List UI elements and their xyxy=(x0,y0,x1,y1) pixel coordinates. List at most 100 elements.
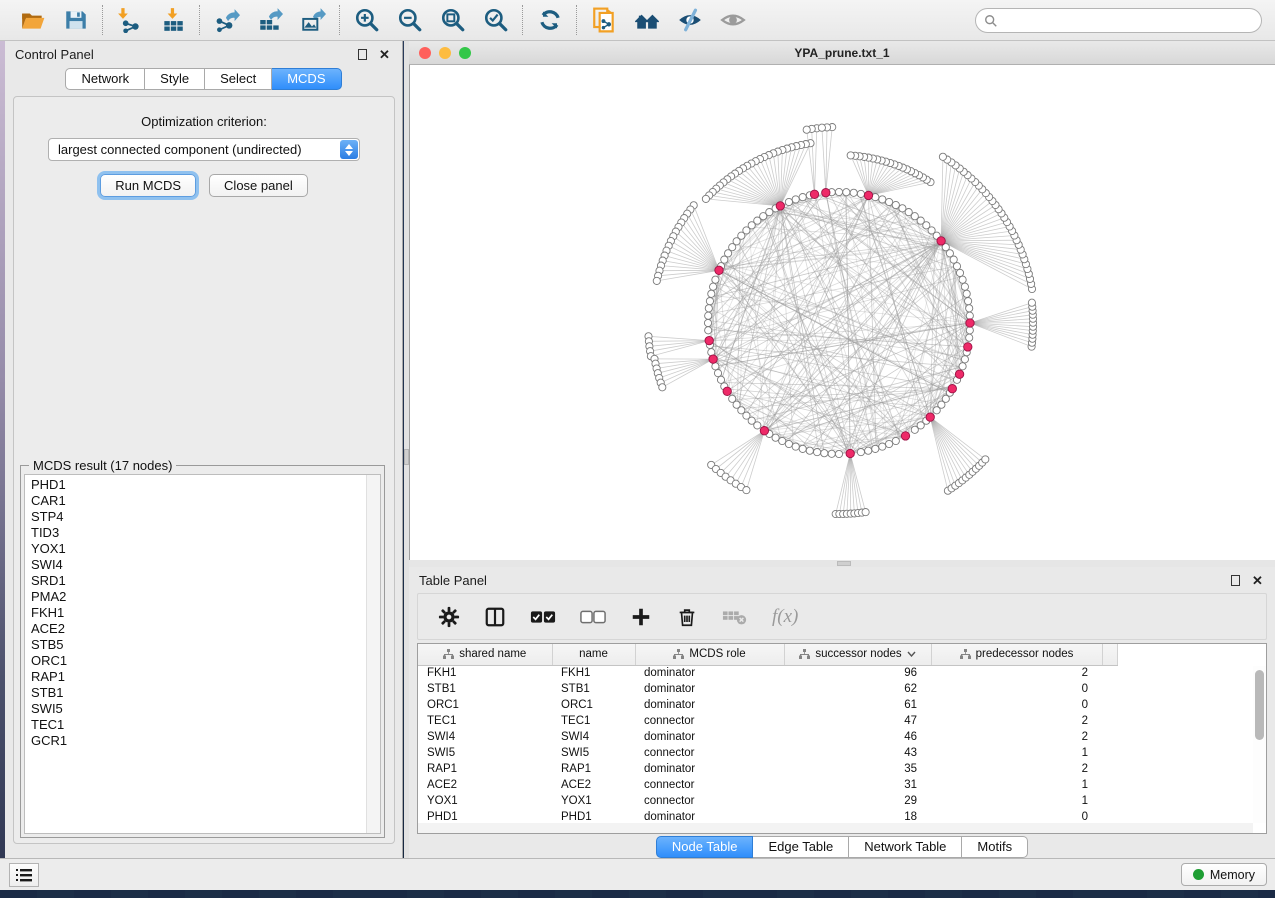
hide-panel-eye-icon[interactable] xyxy=(676,7,703,34)
cell-mcds_role[interactable]: connector xyxy=(635,713,784,729)
cell-name[interactable]: ACE2 xyxy=(552,777,635,793)
mcds-result-item[interactable]: STB1 xyxy=(31,685,380,701)
splitter-grip[interactable] xyxy=(837,561,851,566)
cell-mcds_role[interactable]: connector xyxy=(635,745,784,761)
cell-mcds_role[interactable]: dominator xyxy=(635,761,784,777)
import-network-icon[interactable] xyxy=(116,7,143,34)
cell-name[interactable]: SWI5 xyxy=(552,745,635,761)
task-history-button[interactable] xyxy=(9,863,39,887)
cell-name[interactable]: YOX1 xyxy=(552,793,635,809)
tab-motifs[interactable]: Motifs xyxy=(962,836,1028,858)
horizontal-splitter[interactable] xyxy=(409,560,1275,567)
table-row[interactable]: SWI4SWI4dominator462 xyxy=(418,729,1118,745)
home-icon[interactable] xyxy=(633,7,660,34)
cell-name[interactable]: SWI4 xyxy=(552,729,635,745)
cell-successor_nodes[interactable]: 43 xyxy=(784,745,931,761)
tab-style[interactable]: Style xyxy=(145,68,205,90)
cell-mcds_role[interactable]: connector xyxy=(635,777,784,793)
close-panel-button[interactable]: Close panel xyxy=(209,174,308,197)
tab-edge-table[interactable]: Edge Table xyxy=(753,836,849,858)
optimization-criterion-select[interactable]: largest connected component (undirected) xyxy=(48,138,360,161)
tab-node-table[interactable]: Node Table xyxy=(656,836,754,858)
cell-successor_nodes[interactable]: 96 xyxy=(784,665,931,681)
cell-mcds_role[interactable]: dominator xyxy=(635,729,784,745)
mcds-result-item[interactable]: SWI5 xyxy=(31,701,380,717)
cell-predecessor_nodes[interactable]: 1 xyxy=(931,793,1102,809)
cell-shared_name[interactable]: RAP1 xyxy=(418,761,552,777)
mcds-result-item[interactable]: SRD1 xyxy=(31,573,380,589)
mcds-result-item[interactable]: GCR1 xyxy=(31,733,380,749)
cell-successor_nodes[interactable]: 61 xyxy=(784,697,931,713)
toggle-column-icon[interactable] xyxy=(484,604,506,630)
table-row[interactable]: SWI5SWI5connector431 xyxy=(418,745,1118,761)
zoom-in-icon[interactable] xyxy=(353,7,380,34)
table-row[interactable]: STB1STB1dominator620 xyxy=(418,681,1118,697)
cell-shared_name[interactable]: SWI4 xyxy=(418,729,552,745)
cell-shared_name[interactable]: TEC1 xyxy=(418,713,552,729)
global-search-field[interactable] xyxy=(975,8,1262,33)
table-row[interactable]: TEC1TEC1connector472 xyxy=(418,713,1118,729)
cell-predecessor_nodes[interactable]: 2 xyxy=(931,761,1102,777)
search-input[interactable] xyxy=(998,14,1261,28)
zoom-selected-icon[interactable] xyxy=(482,7,509,34)
cell-successor_nodes[interactable]: 47 xyxy=(784,713,931,729)
cell-predecessor_nodes[interactable]: 2 xyxy=(931,713,1102,729)
mcds-result-item[interactable]: ACE2 xyxy=(31,621,380,637)
close-panel-icon[interactable]: ✕ xyxy=(377,47,392,62)
table-settings-gear-icon[interactable] xyxy=(438,604,460,630)
cell-predecessor_nodes[interactable]: 0 xyxy=(931,681,1102,697)
scrollbar-thumb[interactable] xyxy=(1255,670,1264,740)
result-list-scrollbar[interactable] xyxy=(366,475,380,833)
function-builder-icon[interactable]: f(x) xyxy=(772,604,798,630)
cell-shared_name[interactable]: ORC1 xyxy=(418,697,552,713)
import-table-icon[interactable] xyxy=(159,7,186,34)
table-row[interactable]: RAP1RAP1dominator352 xyxy=(418,761,1118,777)
show-panel-eye-icon[interactable] xyxy=(719,7,746,34)
cell-mcds_role[interactable]: dominator xyxy=(635,697,784,713)
cell-mcds_role[interactable]: dominator xyxy=(635,681,784,697)
tab-network[interactable]: Network xyxy=(65,68,145,90)
cell-name[interactable]: TEC1 xyxy=(552,713,635,729)
cell-successor_nodes[interactable]: 35 xyxy=(784,761,931,777)
mcds-result-item[interactable]: PMA2 xyxy=(31,589,380,605)
run-mcds-button[interactable]: Run MCDS xyxy=(100,174,196,197)
node-table[interactable]: shared namenameMCDS rolesuccessor nodesp… xyxy=(417,643,1267,834)
cell-successor_nodes[interactable]: 29 xyxy=(784,793,931,809)
table-vertical-scrollbar[interactable] xyxy=(1253,666,1266,823)
column-header-successor-nodes[interactable]: successor nodes xyxy=(784,644,931,665)
table-row[interactable]: FKH1FKH1dominator962 xyxy=(418,665,1118,681)
export-image-icon[interactable] xyxy=(299,7,326,34)
column-header-name[interactable]: name xyxy=(552,644,635,665)
column-header-MCDS-role[interactable]: MCDS role xyxy=(635,644,784,665)
table-row[interactable]: YOX1YOX1connector291 xyxy=(418,793,1118,809)
table-row[interactable]: ACE2ACE2connector311 xyxy=(418,777,1118,793)
mcds-result-item[interactable]: STP4 xyxy=(31,509,380,525)
select-all-rows-icon[interactable] xyxy=(530,604,556,630)
cell-successor_nodes[interactable]: 62 xyxy=(784,681,931,697)
mcds-result-item[interactable]: RAP1 xyxy=(31,669,380,685)
table-row[interactable]: ORC1ORC1dominator610 xyxy=(418,697,1118,713)
cell-shared_name[interactable]: SWI5 xyxy=(418,745,552,761)
tab-mcds[interactable]: MCDS xyxy=(272,68,341,90)
cell-predecessor_nodes[interactable]: 2 xyxy=(931,665,1102,681)
mcds-result-list[interactable]: PHD1CAR1STP4TID3YOX1SWI4SRD1PMA2FKH1ACE2… xyxy=(24,474,381,834)
cell-shared_name[interactable]: STB1 xyxy=(418,681,552,697)
export-network-icon[interactable] xyxy=(213,7,240,34)
mcds-result-item[interactable]: SWI4 xyxy=(31,557,380,573)
clone-network-icon[interactable] xyxy=(590,7,617,34)
cell-name[interactable]: STB1 xyxy=(552,681,635,697)
cell-name[interactable]: FKH1 xyxy=(552,665,635,681)
cell-predecessor_nodes[interactable]: 0 xyxy=(931,697,1102,713)
network-canvas[interactable] xyxy=(409,65,1275,560)
mcds-result-item[interactable]: TID3 xyxy=(31,525,380,541)
zoom-out-icon[interactable] xyxy=(396,7,423,34)
add-column-icon[interactable] xyxy=(630,604,652,630)
memory-button[interactable]: Memory xyxy=(1181,863,1267,886)
cell-name[interactable]: RAP1 xyxy=(552,761,635,777)
close-panel-icon[interactable]: ✕ xyxy=(1250,573,1265,588)
delete-table-icon[interactable] xyxy=(722,604,748,630)
export-table-icon[interactable] xyxy=(256,7,283,34)
table-horizontal-scrollbar[interactable] xyxy=(418,823,1253,833)
cell-successor_nodes[interactable]: 31 xyxy=(784,777,931,793)
cell-mcds_role[interactable]: dominator xyxy=(635,665,784,681)
